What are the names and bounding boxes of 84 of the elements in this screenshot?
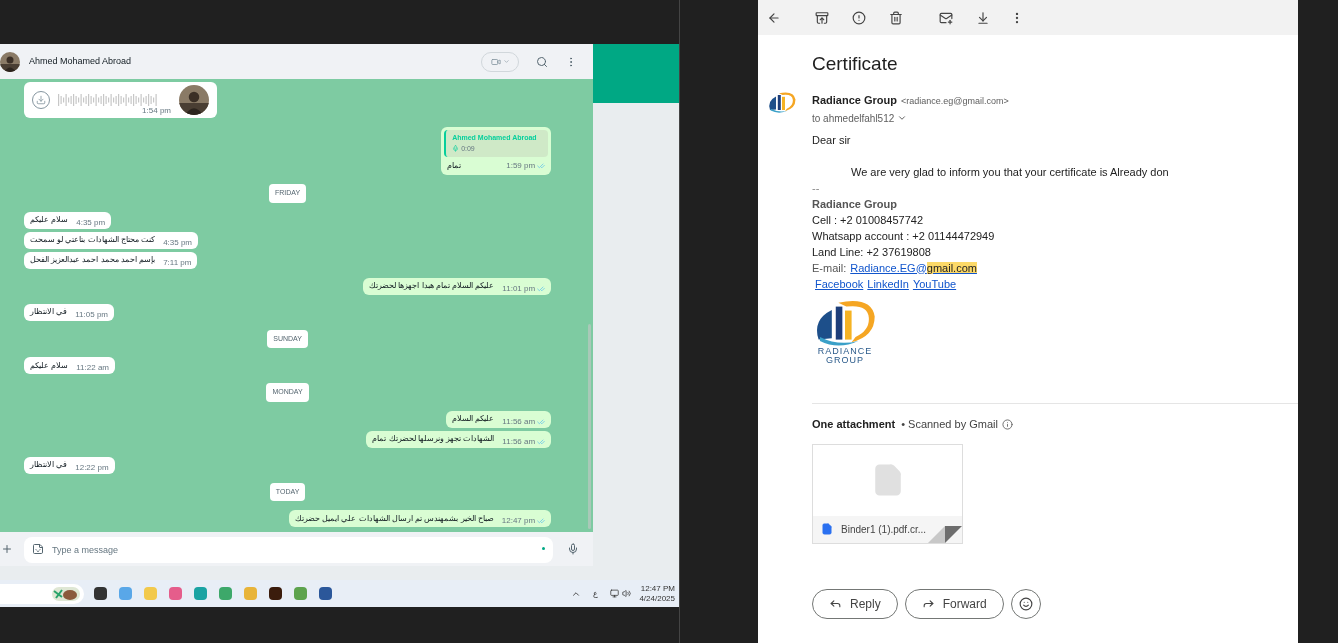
- message-text: تمام: [447, 160, 462, 172]
- sender-avatar: [767, 92, 797, 114]
- move-to-icon[interactable]: [976, 10, 990, 25]
- sender-name: Radiance Group: [812, 93, 897, 108]
- read-ticks-icon: [537, 162, 546, 170]
- body-text: --: [812, 180, 821, 196]
- recipient-text: to ahmedelfahl512: [812, 111, 895, 126]
- video-camera-icon: [490, 56, 501, 67]
- reply-icon: [829, 597, 842, 610]
- sticker-icon[interactable]: [32, 543, 44, 555]
- message-time: 1:54 pm: [142, 105, 171, 117]
- info-icon[interactable]: [1001, 418, 1013, 430]
- scrollbar-thumb[interactable]: [588, 324, 592, 529]
- read-ticks-icon: [537, 517, 546, 525]
- message-time: 11:05 pm: [75, 308, 108, 321]
- report-spam-icon[interactable]: [852, 10, 866, 25]
- forward-icon: [921, 597, 935, 610]
- logo-text: GROUP: [826, 356, 864, 365]
- social-link[interactable]: Facebook: [815, 275, 864, 292]
- message-time: 4:35 pm: [76, 216, 106, 229]
- attach-icon[interactable]: [1, 543, 13, 555]
- signature-name: Radiance Group: [812, 196, 898, 212]
- sender-address: <radiance.eg@gmail.com>: [900, 95, 1009, 108]
- body-text: Dear sir: [812, 132, 852, 148]
- page-curl-icon: [928, 525, 962, 543]
- taskbar-search[interactable]: [0, 583, 84, 604]
- message-text: في الانتظار: [30, 306, 68, 318]
- mic-icon[interactable]: [567, 543, 580, 555]
- logo-text: RADIANCE: [817, 347, 873, 356]
- read-ticks-icon: [537, 417, 546, 426]
- details-caret-icon[interactable]: [897, 113, 908, 123]
- smiley-icon: [1018, 596, 1033, 611]
- message-time: 12:47 pm: [501, 515, 536, 527]
- body-text: We are very glad to inform you that your certificate is Already don: [850, 164, 1170, 180]
- email-link[interactable]: Radiance.EG@gmail.com: [850, 259, 977, 276]
- contact-name: Ahmed Mohamed Abroad: [29, 54, 132, 68]
- network-icon[interactable]: [610, 589, 620, 598]
- language-indicator[interactable]: ع: [593, 587, 599, 600]
- message-text: بإسم احمد محمد احمد عبدالعزيز الفحل: [30, 254, 156, 266]
- clock-time[interactable]: 12:47 PM: [640, 583, 675, 594]
- volume-icon[interactable]: [622, 589, 632, 598]
- message-input[interactable]: Type a message: [24, 537, 554, 563]
- body-text: Cell : +2 01008457742: [812, 212, 924, 228]
- message-text: عليكم السلام: [452, 413, 495, 425]
- contact-avatar: [0, 51, 20, 72]
- delete-icon[interactable]: [889, 10, 903, 25]
- message-time: 1:59 pm: [506, 160, 536, 172]
- message-text: الشهادات تجهز ونرسلها لحضرتك تمام: [372, 433, 495, 445]
- email-label: E-mail:: [812, 260, 847, 276]
- message-text: في الانتظار: [30, 459, 68, 471]
- archive-icon[interactable]: [815, 10, 829, 25]
- attachment-name: Binder1 (1).pdf.cr...: [841, 522, 927, 537]
- read-ticks-icon: [537, 284, 546, 293]
- attachment-card[interactable]: Binder1 (1).pdf.cr...: [812, 443, 963, 544]
- message-text: سلام عليكم: [30, 214, 69, 226]
- message-time: 11:56 am: [502, 415, 536, 428]
- clock-date[interactable]: 4/24/2025: [639, 593, 675, 604]
- message-text: عليكم السلام تمام هبدا اجهزها لحضرتك: [369, 280, 495, 292]
- message-time: 7:11 pm: [163, 256, 192, 269]
- body-text: Whatsapp account : +2 01144472949: [812, 228, 996, 244]
- message-time: 11:22 am: [76, 362, 109, 374]
- attachments-title: One attachment: [812, 417, 896, 432]
- body-text: Land Line: +2 37619808: [812, 244, 932, 260]
- message-time: 4:35 pm: [163, 236, 193, 249]
- sender-avatar: [179, 85, 209, 115]
- message-time: 11:56 am: [502, 435, 536, 448]
- message-time: 12:22 pm: [75, 461, 109, 474]
- message-text: كنت محتاج الشهادات بتاعتي لو سمحت: [30, 234, 156, 246]
- message-text: صباح الخير بشمهندس تم ارسال الشهادات علي ايميل حضرتك: [295, 512, 494, 525]
- caret-icon: [502, 58, 510, 65]
- email-subject: Certificate: [812, 52, 899, 76]
- search-icon[interactable]: [536, 55, 549, 68]
- social-link[interactable]: YouTube: [912, 275, 957, 292]
- read-ticks-icon: [537, 437, 546, 446]
- social-link[interactable]: LinkedIn: [867, 275, 909, 292]
- mic-icon: [452, 145, 460, 153]
- message-time: 11:01 pm: [502, 282, 536, 295]
- document-icon: [821, 523, 833, 535]
- mark-unread-icon[interactable]: [939, 10, 953, 25]
- back-icon[interactable]: [767, 10, 781, 25]
- download-icon: [36, 95, 46, 105]
- message-text: سلام عليكم: [30, 359, 69, 372]
- scan-note: • Scanned by Gmail: [901, 417, 998, 432]
- waveform-icon: [58, 93, 158, 107]
